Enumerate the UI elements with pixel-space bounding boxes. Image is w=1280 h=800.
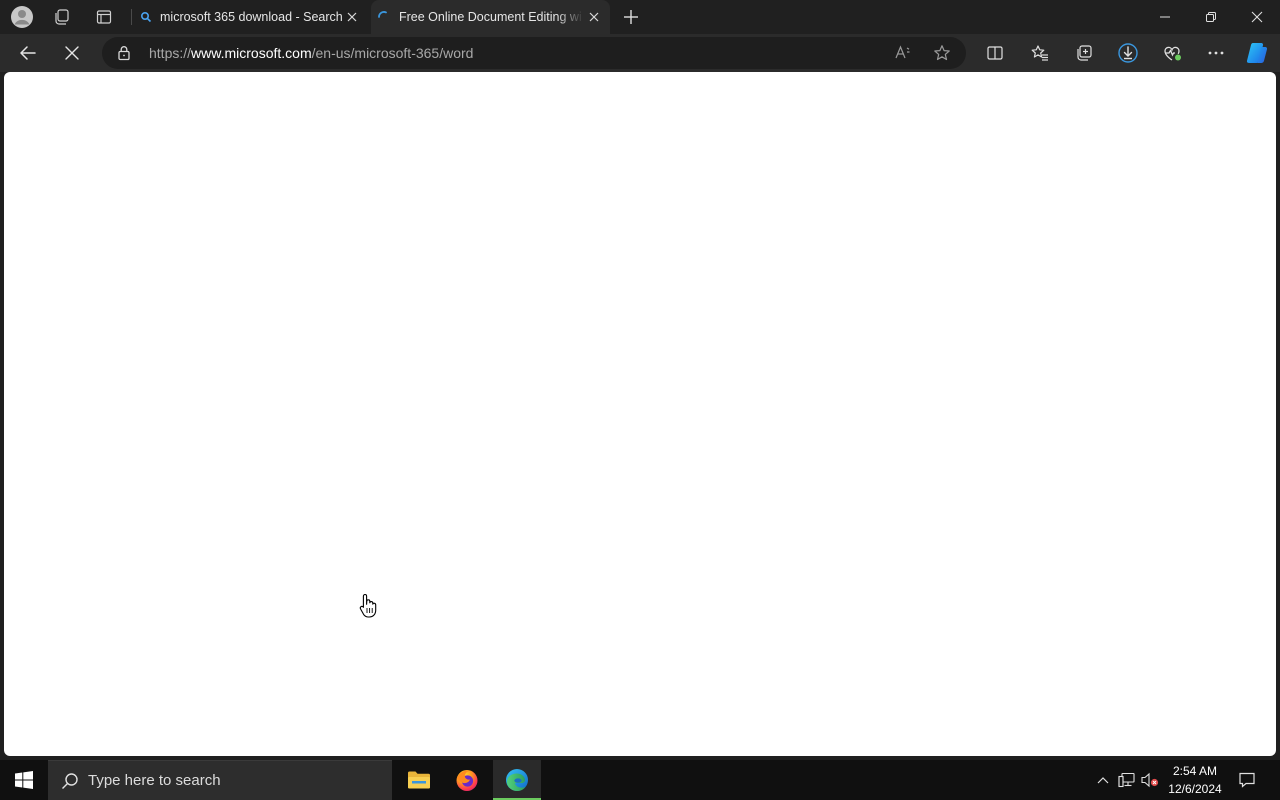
edge-icon[interactable]	[493, 760, 541, 800]
lock-icon[interactable]	[117, 45, 131, 61]
taskbar-search-placeholder: Type here to search	[88, 772, 221, 789]
windows-taskbar: Type here to search 2:54 AM 12/6/2024	[0, 760, 1280, 800]
tab-search[interactable]: microsoft 365 download - Search	[134, 0, 368, 34]
url-path: /en-us/microsoft-365/word	[311, 45, 474, 61]
tab-title: Free Online Document Editing wi	[399, 10, 582, 24]
downloads-icon[interactable]	[1111, 37, 1145, 69]
search-icon	[140, 11, 152, 23]
close-tab-icon[interactable]	[342, 7, 362, 27]
favorites-icon[interactable]	[1023, 37, 1057, 69]
back-arrow-icon[interactable]	[11, 37, 45, 69]
address-bar[interactable]: https://www.microsoft.com/en-us/microsof…	[102, 37, 966, 69]
clock-date: 12/6/2024	[1168, 782, 1222, 796]
tab-title: microsoft 365 download - Search	[160, 10, 342, 24]
url-prefix: https://	[149, 45, 192, 61]
taskbar-clock[interactable]: 2:54 AM 12/6/2024	[1162, 762, 1228, 798]
split-screen-icon[interactable]	[978, 37, 1012, 69]
hand-cursor-icon	[359, 593, 379, 619]
windows-start-icon[interactable]	[0, 760, 48, 800]
loading-spinner-icon	[377, 10, 391, 24]
browser-toolbar: https://www.microsoft.com/en-us/microsof…	[0, 34, 1280, 72]
vertical-tabs-icon[interactable]	[88, 1, 120, 33]
notifications-icon[interactable]	[1237, 770, 1257, 790]
copilot-icon[interactable]	[1240, 37, 1274, 69]
url-text[interactable]: https://www.microsoft.com/en-us/microsof…	[149, 37, 473, 69]
firefox-icon[interactable]	[443, 760, 491, 800]
new-tab-plus-icon[interactable]	[615, 1, 647, 33]
workspaces-icon[interactable]	[46, 1, 78, 33]
tab-active[interactable]: Free Online Document Editing wi	[371, 0, 610, 34]
minimize-icon[interactable]	[1142, 0, 1188, 34]
browser-essentials-icon[interactable]	[1155, 37, 1189, 69]
more-options-icon[interactable]	[1199, 37, 1233, 69]
chevron-up-icon[interactable]	[1093, 770, 1113, 790]
close-window-icon[interactable]	[1234, 0, 1280, 34]
tab-divider	[131, 9, 132, 25]
network-icon[interactable]	[1117, 770, 1137, 790]
collections-icon[interactable]	[1067, 37, 1101, 69]
browser-title-bar: microsoft 365 download - Search Free Onl…	[0, 0, 1280, 34]
profile-avatar-icon[interactable]	[6, 1, 38, 33]
search-icon	[61, 772, 79, 790]
close-tab-icon[interactable]	[584, 7, 604, 27]
favorite-star-icon[interactable]	[933, 44, 951, 62]
url-host: www.microsoft.com	[191, 45, 312, 61]
page-content-area[interactable]	[4, 72, 1276, 756]
file-explorer-icon[interactable]	[395, 760, 443, 800]
taskbar-search-box[interactable]: Type here to search	[48, 760, 392, 800]
volume-muted-icon[interactable]	[1140, 770, 1160, 790]
restore-icon[interactable]	[1188, 0, 1234, 34]
read-aloud-icon[interactable]	[894, 44, 912, 62]
stop-loading-icon[interactable]	[55, 37, 89, 69]
clock-time: 2:54 AM	[1172, 764, 1218, 778]
